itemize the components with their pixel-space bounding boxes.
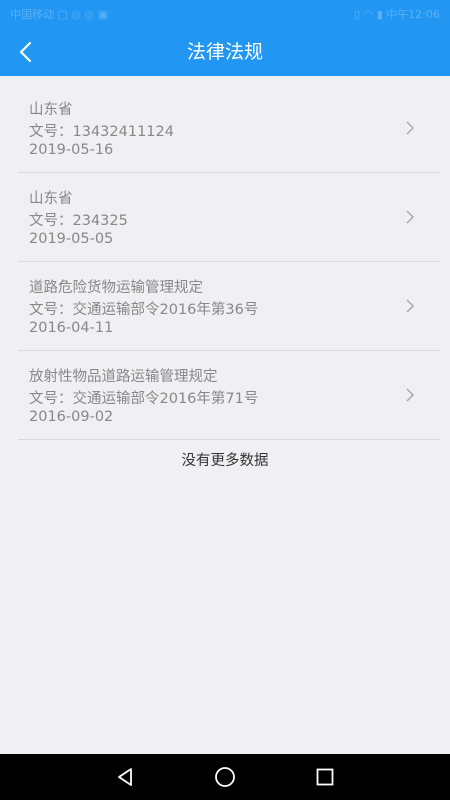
- chevron-right-icon: [406, 299, 415, 313]
- nav-home-button[interactable]: [212, 764, 238, 790]
- item-title: 道路危险货物运输管理规定: [29, 280, 203, 296]
- regulation-list: 山东省 文号：13432411124 2019-05-16 山东省 文号：234…: [0, 84, 450, 440]
- list-item[interactable]: 道路危险货物运输管理规定 文号：交通运输部令2016年第36号 2016-04-…: [18, 262, 440, 351]
- list-item[interactable]: 放射性物品道路运输管理规定 文号：交通运输部令2016年第71号 2016-09…: [18, 351, 440, 440]
- app-bar: 法律法规: [0, 28, 450, 76]
- item-date: 2019-05-05: [29, 231, 114, 247]
- item-doc-number: 文号：交通运输部令2016年第36号: [29, 302, 259, 318]
- list-item[interactable]: 山东省 文号：234325 2019-05-05: [18, 173, 440, 262]
- system-nav-bar: [0, 754, 450, 800]
- item-title: 放射性物品道路运输管理规定: [29, 369, 218, 385]
- recents-square-icon: [316, 768, 334, 786]
- item-date: 2019-05-16: [29, 142, 114, 158]
- nav-recents-button[interactable]: [312, 764, 338, 790]
- back-triangle-icon: [118, 768, 132, 786]
- item-doc-number: 文号：234325: [29, 213, 128, 229]
- chevron-right-icon: [406, 210, 415, 224]
- chevron-right-icon: [406, 388, 415, 402]
- item-title: 山东省: [29, 102, 73, 118]
- item-doc-number: 文号：13432411124: [29, 124, 174, 140]
- item-title: 山东省: [29, 191, 73, 207]
- nav-back-button[interactable]: [112, 764, 138, 790]
- home-circle-icon: [215, 767, 235, 787]
- back-button[interactable]: [8, 34, 44, 70]
- list-item[interactable]: 山东省 文号：13432411124 2019-05-16: [18, 84, 440, 173]
- chevron-right-icon: [406, 121, 415, 135]
- status-bar-right: ▯ ◠ ▮ 中午12:06: [354, 8, 440, 21]
- item-doc-number: 文号：交通运输部令2016年第71号: [29, 391, 259, 407]
- item-date: 2016-04-11: [29, 320, 114, 336]
- back-arrow-icon: [19, 41, 32, 63]
- status-bar: 中国移动 ▢ ◎ ◎ ▣ ▯ ◠ ▮ 中午12:06: [0, 0, 450, 28]
- status-bar-left: 中国移动 ▢ ◎ ◎ ▣: [10, 8, 108, 21]
- page-title: 法律法规: [186, 41, 263, 63]
- item-date: 2016-09-02: [29, 409, 114, 425]
- no-more-data-text: 没有更多数据: [181, 453, 269, 469]
